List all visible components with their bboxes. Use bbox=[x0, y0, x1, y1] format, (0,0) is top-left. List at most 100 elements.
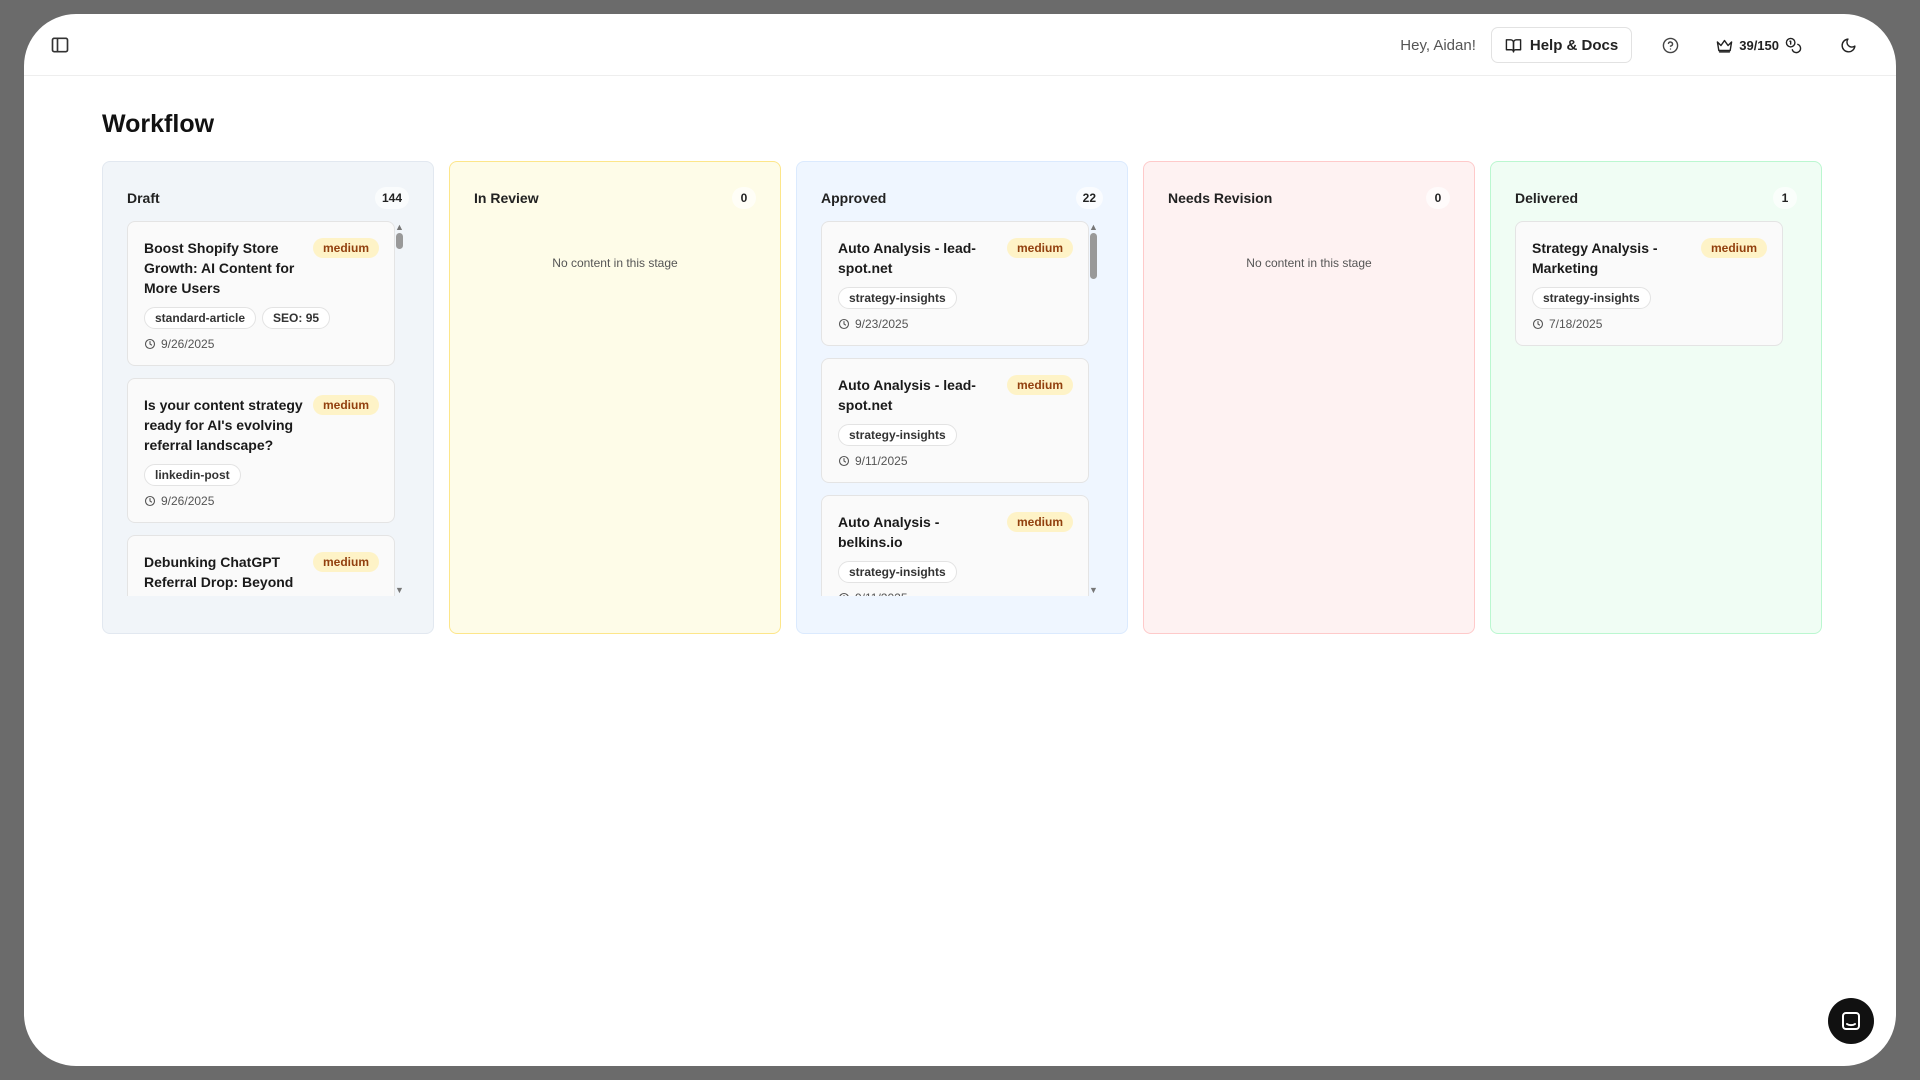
header-actions: Hey, Aidan! Help & Docs 39/150 bbox=[1400, 27, 1866, 63]
column-title: Delivered bbox=[1515, 190, 1579, 206]
scroll-thumb[interactable] bbox=[396, 233, 403, 249]
chat-icon bbox=[1842, 1012, 1860, 1030]
priority-badge: medium bbox=[1006, 238, 1073, 258]
card-date: 9/11/2025 bbox=[838, 454, 1073, 468]
kanban-board: Draft 144 Boost Shopify Store Growth: AI C… bbox=[102, 161, 1822, 634]
tag-list: strategy-insights bbox=[838, 561, 1073, 583]
column-header: Needs Revision 0 bbox=[1168, 186, 1450, 210]
scroll-down-arrow-icon[interactable]: ▼ bbox=[1089, 586, 1097, 595]
card-title: Auto Analysis - lead-spot.net bbox=[838, 377, 976, 413]
card-date-text: 9/11/2025 bbox=[855, 454, 908, 468]
scrollbar[interactable]: ▲ ▼ bbox=[395, 221, 403, 596]
column-count-badge: 144 bbox=[374, 187, 409, 209]
tag-list: strategy-insights bbox=[1532, 287, 1767, 309]
tag-list: strategy-insights bbox=[838, 287, 1073, 309]
tag-chip: standard-article bbox=[144, 307, 257, 329]
clock-icon bbox=[144, 495, 156, 507]
clock-icon bbox=[1532, 318, 1544, 330]
column-header: In Review 0 bbox=[474, 186, 756, 210]
user-greeting: Hey, Aidan! bbox=[1400, 36, 1476, 54]
card-list[interactable]: Strategy Analysis - Marketing medium strat… bbox=[1515, 221, 1791, 596]
card-date-text: 9/26/2025 bbox=[161, 494, 215, 508]
column-title: In Review bbox=[474, 190, 539, 206]
scroll-thumb[interactable] bbox=[1090, 233, 1097, 279]
scroll-up-arrow-icon[interactable]: ▲ bbox=[1089, 223, 1097, 232]
panel-left-icon bbox=[51, 37, 69, 53]
column-needs-revision: Needs Revision 0 No content in this stage bbox=[1143, 161, 1475, 634]
empty-state-text: No content in this stage bbox=[552, 256, 678, 270]
card-title: Is your content strategy ready for AI's … bbox=[144, 397, 303, 453]
column-count-badge: 0 bbox=[1426, 187, 1450, 209]
content-card[interactable]: Auto Analysis - lead-spot.net medium strat… bbox=[821, 358, 1089, 483]
clock-icon bbox=[838, 455, 850, 467]
credits-button[interactable]: 39/150 bbox=[1708, 27, 1810, 63]
column-count-badge: 1 bbox=[1773, 187, 1797, 209]
crown-icon bbox=[1716, 39, 1733, 53]
card-list[interactable]: Auto Analysis - lead-spot.net medium strat… bbox=[821, 221, 1097, 596]
card-list[interactable]: Boost Shopify Store Growth: AI Content f… bbox=[127, 221, 403, 596]
card-date-text: 9/23/2025 bbox=[855, 317, 909, 331]
scrollbar[interactable]: ▲ ▼ bbox=[1089, 221, 1097, 596]
tag-chip: strategy-insights bbox=[1532, 287, 1651, 309]
help-docs-button[interactable]: Help & Docs bbox=[1490, 27, 1633, 63]
clock-icon bbox=[144, 338, 156, 350]
theme-toggle-button[interactable] bbox=[1830, 27, 1866, 63]
sidebar-toggle-button[interactable] bbox=[50, 35, 70, 55]
card-date: 9/23/2025 bbox=[838, 317, 1073, 331]
card-title: Auto Analysis - belkins.io bbox=[838, 514, 940, 550]
credits-count: 39/150 bbox=[1739, 37, 1779, 53]
empty-state-text: No content in this stage bbox=[1246, 256, 1372, 270]
help-button[interactable] bbox=[1652, 27, 1688, 63]
coins-icon bbox=[1785, 37, 1802, 53]
tag-list: standard-article SEO: 95 bbox=[144, 307, 379, 329]
column-title: Draft bbox=[127, 190, 160, 206]
scroll-down-arrow-icon[interactable]: ▼ bbox=[395, 586, 403, 595]
column-count-badge: 22 bbox=[1075, 187, 1103, 209]
scroll-up-arrow-icon[interactable]: ▲ bbox=[395, 223, 403, 232]
clock-icon bbox=[838, 318, 850, 330]
tag-chip: strategy-insights bbox=[838, 561, 957, 583]
content-card[interactable]: Auto Analysis - belkins.io medium strategy… bbox=[821, 495, 1089, 596]
card-date: 9/11/2025 bbox=[838, 591, 1073, 596]
card-date-text: 9/26/2025 bbox=[161, 337, 215, 351]
tag-chip: SEO: 95 bbox=[262, 307, 331, 329]
top-bar: Hey, Aidan! Help & Docs 39/150 bbox=[24, 14, 1896, 76]
column-header: Approved 22 bbox=[821, 186, 1103, 210]
priority-badge: medium bbox=[312, 238, 379, 258]
card-date-text: 7/18/2025 bbox=[1549, 317, 1603, 331]
priority-badge: medium bbox=[312, 552, 379, 572]
card-date: 7/18/2025 bbox=[1532, 317, 1767, 331]
content-card[interactable]: Strategy Analysis - Marketing medium strat… bbox=[1515, 221, 1783, 346]
clock-icon bbox=[839, 592, 849, 596]
book-open-icon bbox=[1505, 38, 1522, 53]
column-header: Delivered 1 bbox=[1515, 186, 1797, 210]
card-date: 9/26/2025 bbox=[144, 337, 379, 351]
priority-badge: medium bbox=[1006, 375, 1073, 395]
card-title: Auto Analysis - lead-spot.net bbox=[838, 240, 976, 276]
tag-list: strategy-insights bbox=[838, 424, 1073, 446]
priority-badge: medium bbox=[1700, 238, 1767, 258]
content-card[interactable]: Is your content strategy ready for AI's … bbox=[127, 378, 395, 523]
card-title: Boost Shopify Store Growth: AI Content f… bbox=[144, 240, 295, 296]
column-delivered: Delivered 1 Strategy Analysis - Marketing m… bbox=[1490, 161, 1822, 634]
app-window: Hey, Aidan! Help & Docs 39/150 Workflow … bbox=[24, 14, 1896, 1066]
card-title: Strategy Analysis - Marketing bbox=[1532, 240, 1658, 276]
column-count-badge: 0 bbox=[732, 187, 756, 209]
column-title: Approved bbox=[821, 190, 887, 206]
card-title: Debunking ChatGPT Referral Drop: Beyond … bbox=[144, 554, 294, 596]
content-card[interactable]: Debunking ChatGPT Referral Drop: Beyond … bbox=[127, 535, 395, 596]
tag-chip: linkedin-post bbox=[144, 464, 241, 486]
column-in-review: In Review 0 No content in this stage bbox=[449, 161, 781, 634]
column-header: Draft 144 bbox=[127, 186, 409, 210]
card-date: 9/26/2025 bbox=[144, 494, 379, 508]
column-draft: Draft 144 Boost Shopify Store Growth: AI C… bbox=[102, 161, 434, 634]
card-date-text: 9/11/2025 bbox=[855, 591, 908, 596]
content-card[interactable]: Boost Shopify Store Growth: AI Content f… bbox=[127, 221, 395, 366]
tag-chip: strategy-insights bbox=[838, 287, 957, 309]
column-title: Needs Revision bbox=[1168, 190, 1273, 206]
help-circle-icon bbox=[1662, 37, 1679, 53]
chat-widget-button[interactable] bbox=[1828, 998, 1874, 1044]
priority-badge: medium bbox=[1006, 512, 1073, 532]
content-card[interactable]: Auto Analysis - lead-spot.net medium strat… bbox=[821, 221, 1089, 346]
moon-icon bbox=[1841, 37, 1856, 52]
